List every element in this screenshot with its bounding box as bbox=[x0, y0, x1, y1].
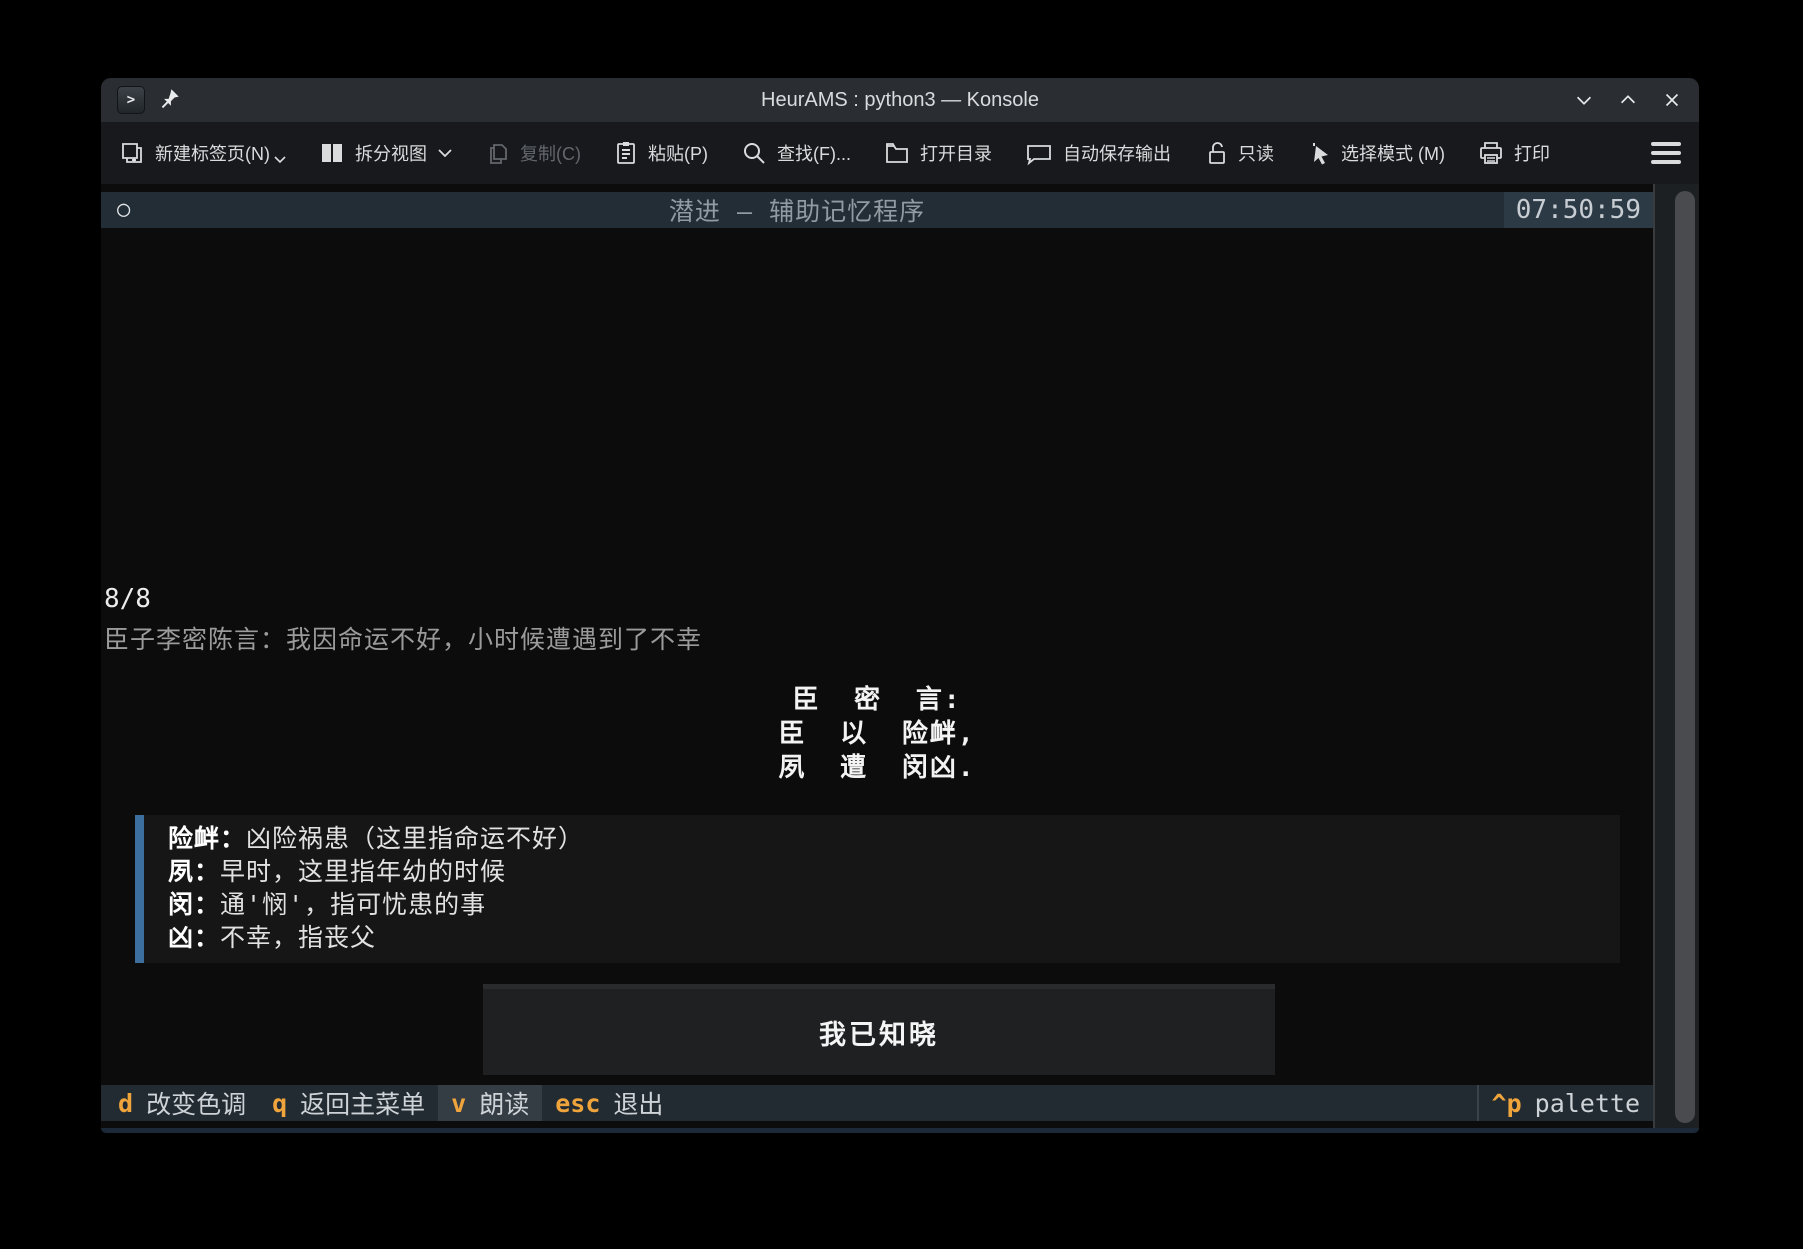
clock: 07:50:59 bbox=[1504, 192, 1653, 228]
search-icon bbox=[741, 140, 767, 166]
new-tab-chevron-icon bbox=[274, 156, 286, 164]
split-view-label: 拆分视图 bbox=[355, 140, 427, 166]
poem-line: 臣 以 险衅, bbox=[101, 717, 1653, 751]
shortcut-bar: d 改变色调 q 返回主菜单 v 朗读 esc 退出 ^p palette bbox=[101, 1085, 1653, 1121]
close-button[interactable] bbox=[1661, 89, 1683, 111]
folder-open-icon bbox=[884, 140, 910, 166]
shortcut-palette[interactable]: ^p palette bbox=[1477, 1085, 1653, 1121]
shortcut-label: palette bbox=[1535, 1089, 1640, 1118]
select-mode-button[interactable]: 选择模式 (M) bbox=[1307, 140, 1445, 166]
scrollbar-track[interactable] bbox=[1653, 184, 1699, 1133]
annotation-line: 险衅：凶险祸患（这里指命运不好） bbox=[168, 822, 1610, 855]
split-view-icon bbox=[319, 140, 345, 166]
shortcut-main-menu[interactable]: q 返回主菜单 bbox=[259, 1085, 438, 1121]
annotation-def: 不幸，指丧父 bbox=[220, 923, 376, 952]
hamburger-menu-icon[interactable] bbox=[1651, 142, 1681, 164]
terminal-view[interactable]: ○ 潜进 – 辅助记忆程序 07:50:59 8/8 臣子李密陈言：我因命运不好… bbox=[101, 184, 1699, 1133]
poem-line: 臣 密 言: bbox=[101, 683, 1653, 717]
cursor-pointer-icon bbox=[1307, 140, 1331, 166]
open-directory-label: 打开目录 bbox=[920, 140, 992, 166]
autosave-output-button[interactable]: 自动保存输出 bbox=[1025, 140, 1171, 166]
readonly-label: 只读 bbox=[1238, 140, 1274, 166]
annotation-line: 凶：不幸，指丧父 bbox=[168, 921, 1610, 954]
print-label: 打印 bbox=[1514, 140, 1550, 166]
shortcut-key: esc bbox=[555, 1089, 600, 1118]
paste-label: 粘贴(P) bbox=[648, 140, 708, 166]
open-directory-button[interactable]: 打开目录 bbox=[884, 140, 992, 166]
annotation-def: 通'悯'，指可忧患的事 bbox=[220, 890, 486, 919]
shortcut-key: v bbox=[451, 1089, 466, 1118]
annotation-panel: 险衅：凶险祸患（这里指命运不好） 夙：早时，这里指年幼的时候 闵：通'悯'，指可… bbox=[135, 815, 1620, 963]
pin-icon[interactable] bbox=[159, 87, 181, 114]
paste-button[interactable]: 粘贴(P) bbox=[614, 140, 708, 166]
minimize-button[interactable] bbox=[1573, 89, 1595, 111]
poem-block: 臣 密 言: 臣 以 险衅, 夙 遭 闵凶. bbox=[101, 683, 1653, 785]
toolbar: 新建标签页(N) 拆分视图 bbox=[101, 122, 1699, 184]
find-label: 查找(F)... bbox=[777, 140, 851, 166]
copy-button[interactable]: 复制(C) bbox=[486, 140, 581, 166]
shortcut-read-aloud[interactable]: v 朗读 bbox=[438, 1085, 542, 1121]
paste-icon bbox=[614, 140, 638, 166]
annotation-line: 闵：通'悯'，指可忧患的事 bbox=[168, 888, 1610, 921]
shortcut-label: 退出 bbox=[613, 1085, 663, 1121]
annotation-def: 早时，这里指年幼的时候 bbox=[220, 857, 506, 886]
readonly-button[interactable]: 只读 bbox=[1204, 140, 1274, 166]
annotation-term: 闵： bbox=[168, 890, 220, 919]
new-tab-icon bbox=[119, 140, 145, 166]
maximize-button[interactable] bbox=[1617, 89, 1639, 111]
shortcut-key: q bbox=[272, 1089, 287, 1118]
split-view-chevron-icon bbox=[437, 148, 453, 158]
shortcut-change-theme[interactable]: d 改变色调 bbox=[105, 1085, 259, 1121]
shortcut-key: ^p bbox=[1492, 1089, 1522, 1118]
scrollbar-thumb[interactable] bbox=[1675, 191, 1695, 1123]
new-tab-label: 新建标签页(N) bbox=[155, 140, 270, 166]
shortcut-label: 改变色调 bbox=[146, 1085, 246, 1121]
acknowledge-button[interactable]: 我已知晓 bbox=[483, 984, 1275, 1075]
shortcut-label: 返回主菜单 bbox=[300, 1085, 425, 1121]
printer-icon bbox=[1478, 140, 1504, 166]
select-mode-label: 选择模式 (M) bbox=[1341, 140, 1445, 166]
shortcut-quit[interactable]: esc 退出 bbox=[542, 1085, 676, 1121]
poem-line: 夙 遭 闵凶. bbox=[101, 751, 1653, 785]
app-title: 潜进 – 辅助记忆程序 bbox=[101, 192, 1493, 228]
window-bottom-edge bbox=[101, 1128, 1699, 1133]
print-button[interactable]: 打印 bbox=[1478, 140, 1550, 166]
output-bubble-icon bbox=[1025, 140, 1053, 166]
copy-label: 复制(C) bbox=[520, 140, 581, 166]
shortcut-key: d bbox=[118, 1089, 133, 1118]
split-view-button[interactable]: 拆分视图 bbox=[319, 140, 453, 166]
annotation-def: 凶险祸患（这里指命运不好） bbox=[246, 824, 584, 853]
titlebar[interactable]: > HeurAMS : python3 — Konsole bbox=[101, 78, 1699, 122]
window-title: HeurAMS : python3 — Konsole bbox=[101, 89, 1699, 112]
lock-open-icon bbox=[1204, 140, 1228, 166]
find-button[interactable]: 查找(F)... bbox=[741, 140, 851, 166]
annotation-term: 凶： bbox=[168, 923, 220, 952]
annotation-term: 夙： bbox=[168, 857, 220, 886]
app-header-bar: ○ 潜进 – 辅助记忆程序 07:50:59 bbox=[101, 192, 1653, 228]
konsole-app-icon: > bbox=[117, 86, 145, 114]
new-tab-button[interactable]: 新建标签页(N) bbox=[119, 140, 286, 166]
copy-icon bbox=[486, 140, 510, 166]
progress-counter: 8/8 bbox=[104, 584, 151, 614]
konsole-window: > HeurAMS : python3 — Konsole bbox=[101, 78, 1699, 1133]
annotation-term: 险衅： bbox=[168, 824, 246, 853]
annotation-line: 夙：早时，这里指年幼的时候 bbox=[168, 855, 1610, 888]
shortcut-label: 朗读 bbox=[479, 1085, 529, 1121]
translation-hint: 臣子李密陈言：我因命运不好，小时候遭遇到了不幸 bbox=[104, 620, 702, 656]
autosave-output-label: 自动保存输出 bbox=[1063, 140, 1171, 166]
